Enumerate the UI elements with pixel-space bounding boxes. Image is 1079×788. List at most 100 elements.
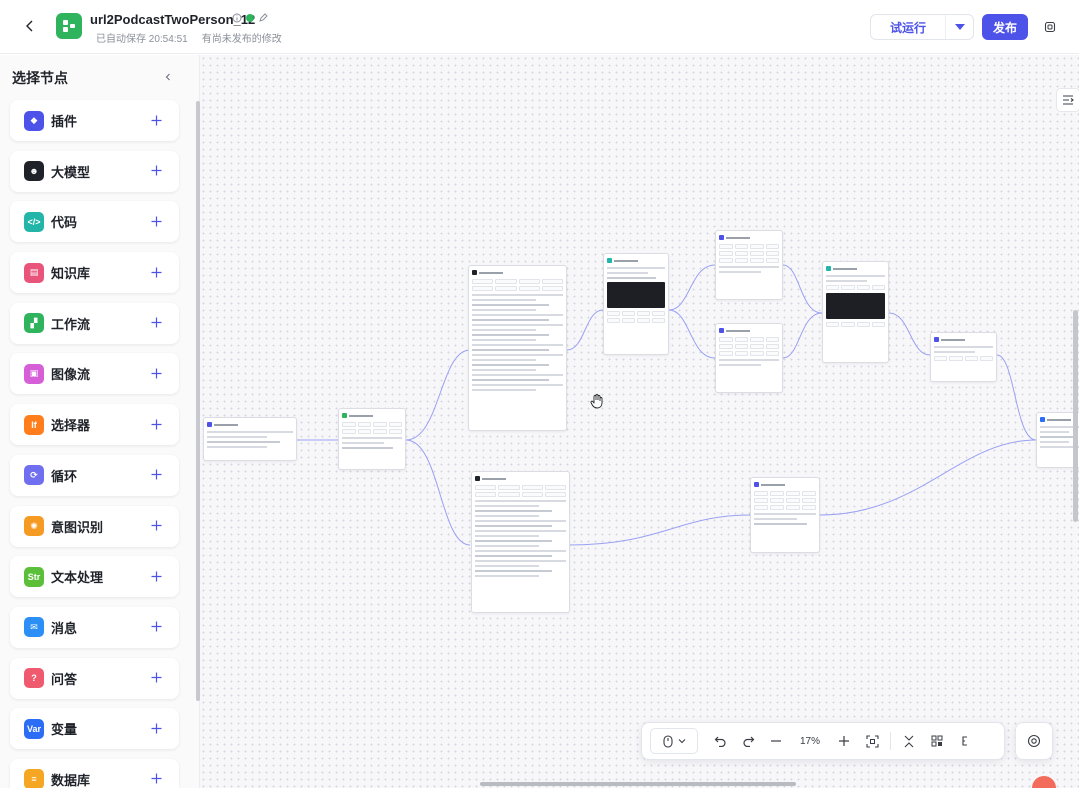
redo-icon [742,736,754,747]
undo-button[interactable] [706,727,734,755]
node-item-intent[interactable]: ✺ 意图识别 [10,505,179,547]
node-item-label: 选择器 [51,418,91,434]
add-node-button[interactable] [147,517,165,535]
plus-icon [151,216,161,227]
trial-run-dropdown[interactable] [945,15,973,39]
add-node-button[interactable] [147,111,165,129]
node-item-workflow[interactable]: ▞ 工作流 [10,302,179,344]
list-toggle-icon [1063,95,1074,105]
caret-down-icon [954,24,965,30]
edge [569,514,751,546]
add-node-button[interactable] [147,770,165,788]
collapse-sidebar-button[interactable] [160,69,176,85]
plus-icon [151,571,161,582]
canvas-vertical-scrollbar[interactable] [1073,310,1078,522]
help-button[interactable] [1015,722,1053,760]
add-node-button[interactable] [147,263,165,281]
node-item-database[interactable]: ≡ 数据库 [10,758,179,788]
trial-run-button[interactable]: 试运行 [870,14,974,40]
node-item-code[interactable]: </> 代码 [10,201,179,243]
add-node-button[interactable] [147,618,165,636]
plugin-node[interactable] [715,230,783,300]
add-node-button[interactable] [147,567,165,585]
edge [668,264,716,311]
node-item-label: 文本处理 [51,570,104,586]
node-item-llm[interactable]: ☻ 大模型 [10,150,179,192]
interaction-mode-select[interactable] [650,728,698,754]
node-item-selector[interactable]: If 选择器 [10,404,179,446]
add-node-button[interactable] [147,669,165,687]
plus-icon [151,317,161,328]
plus-icon [151,368,161,379]
plus-icon [151,773,161,784]
add-node-button[interactable] [147,364,165,382]
minimap-button[interactable] [923,727,951,755]
sidebar-title: 选择节点 [12,70,68,86]
plugin-node[interactable] [715,323,783,393]
info-icon[interactable] [232,13,242,23]
workflow-canvas[interactable] [200,55,1079,788]
node-item-qa[interactable]: ? 问答 [10,657,179,699]
zoom-in-button[interactable] [830,727,858,755]
edge [405,349,471,441]
start-node[interactable] [203,417,297,461]
node-list: ◆ 插件 ☻ 大模型 </> 代码 ▤ 知识库 ▞ 工作流 ▣ 图像流 If 选择器 ⟳ 循环 ✺ 意图识别 Str… [10,100,179,788]
node-item-label: 插件 [51,114,78,129]
llm-node[interactable] [471,471,570,613]
sidebar-scrollbar[interactable] [196,101,200,701]
plus-icon [151,672,161,683]
minus-icon [771,740,781,742]
node-item-message[interactable]: ✉ 消息 [10,606,179,648]
edge [782,264,823,314]
node-item-label: 变量 [51,722,78,738]
back-button[interactable] [20,16,40,36]
node-item-text-process[interactable]: Str 文本处理 [10,556,179,598]
lifebuoy-icon [1027,734,1041,748]
collapse-all-button[interactable] [895,727,923,755]
node-item-knowledge[interactable]: ▤ 知识库 [10,252,179,294]
llm-icon: ☻ [24,161,44,182]
add-node-button[interactable] [147,212,165,230]
add-comment-button[interactable] [951,727,979,755]
code-node[interactable] [822,261,889,363]
add-node-button[interactable] [147,466,165,484]
node-item-variable[interactable]: Var 变量 [10,708,179,750]
status-ok-icon [246,14,254,22]
add-node-button[interactable] [147,415,165,433]
node-item-plugin[interactable]: ◆ 插件 [10,100,179,141]
add-node-button[interactable] [147,719,165,737]
qa-icon: ? [24,668,44,689]
node-item-loop[interactable]: ⟳ 循环 [10,454,179,496]
plus-icon [151,165,161,176]
node-item-label: 大模型 [51,164,91,180]
selector-icon: If [24,414,44,435]
more-button[interactable] [1040,17,1060,37]
code-node[interactable] [603,253,669,355]
canvas-horizontal-scrollbar[interactable] [480,782,796,786]
plugin-node[interactable] [750,477,820,553]
redo-button[interactable] [734,727,762,755]
zoom-out-button[interactable] [762,727,790,755]
chevron-down-icon [678,739,685,744]
edges-layer [297,264,1037,546]
edit-icon[interactable] [258,13,268,23]
fit-view-button[interactable] [858,727,886,755]
node-item-imageflow[interactable]: ▣ 图像流 [10,353,179,395]
publish-button[interactable]: 发布 [982,14,1028,40]
mouse-icon [662,734,673,748]
edge [819,439,1037,516]
workflow-node[interactable] [338,408,406,470]
llm-node[interactable] [468,265,567,431]
autosave-text: 已自动保存 20:54:51 [96,34,188,45]
panel-toggle-button[interactable] [1056,88,1079,112]
node-item-label: 知识库 [51,266,91,282]
trial-run-label[interactable]: 试运行 [871,19,945,36]
add-node-button[interactable] [147,314,165,332]
add-node-button[interactable] [147,162,165,180]
chevron-left-icon [26,20,33,32]
zoom-level[interactable]: 17% [790,736,830,747]
unpublished-text: 有尚未发布的修改 [201,34,282,45]
node-item-label: 意图识别 [51,519,104,535]
variable-icon: Var [24,718,44,739]
plugin-node[interactable] [930,332,997,382]
